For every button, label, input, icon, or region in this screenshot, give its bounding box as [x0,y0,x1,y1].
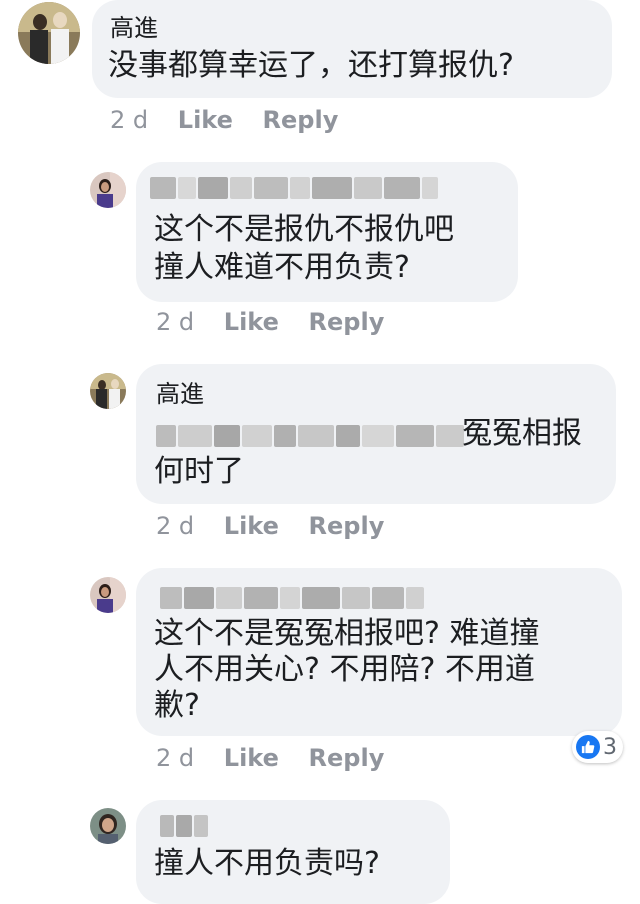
comment-timestamp[interactable]: 2 d [156,744,194,772]
comment-text: 何时了 [154,454,244,489]
avatar[interactable] [90,808,126,844]
redacted-author-name [160,586,424,610]
comment-actions: 2 d Like Reply [156,308,384,336]
comment-timestamp[interactable]: 2 d [110,106,148,134]
comment-actions: 2 d Like Reply [156,512,384,540]
like-button[interactable]: Like [178,106,233,134]
comment-text: 撞人不用负责吗? [154,846,380,881]
comment-text: 冤冤相报 [462,416,582,451]
reply-button[interactable]: Reply [309,744,385,772]
reply-button[interactable]: Reply [263,106,339,134]
thumbs-up-icon [576,735,600,759]
avatar[interactable] [90,373,126,409]
redacted-author-name [150,176,438,200]
like-button[interactable]: Like [224,512,279,540]
reply-button[interactable]: Reply [309,308,385,336]
like-button[interactable]: Like [224,308,279,336]
comment-timestamp[interactable]: 2 d [156,308,194,336]
comment-timestamp[interactable]: 2 d [156,512,194,540]
comment-actions: 2 d Like Reply [110,106,338,134]
redacted-mention[interactable] [156,424,464,448]
like-button[interactable]: Like [224,744,279,772]
comment-text: 人不用关心? 不用陪? 不用道 [154,652,535,687]
comment-author[interactable]: 高進 [156,380,204,408]
avatar[interactable] [18,2,80,64]
comment-actions: 2 d Like Reply [156,744,384,772]
redacted-author-name [160,814,208,838]
avatar[interactable] [90,172,126,208]
comment-text: 这个不是冤冤相报吧? 难道撞 [154,616,540,651]
reaction-count-badge[interactable]: 3 [572,731,623,763]
comment-text: 没事都算幸运了，还打算报仇? [108,48,514,83]
comment-author[interactable]: 高進 [110,14,158,42]
comment-text: 撞人难道不用负责? [154,250,410,285]
comment-text: 这个不是报仇不报仇吧 [154,212,454,247]
reply-button[interactable]: Reply [309,512,385,540]
reaction-count: 3 [603,734,617,760]
avatar[interactable] [90,577,126,613]
comment-text: 歉? [154,688,200,723]
